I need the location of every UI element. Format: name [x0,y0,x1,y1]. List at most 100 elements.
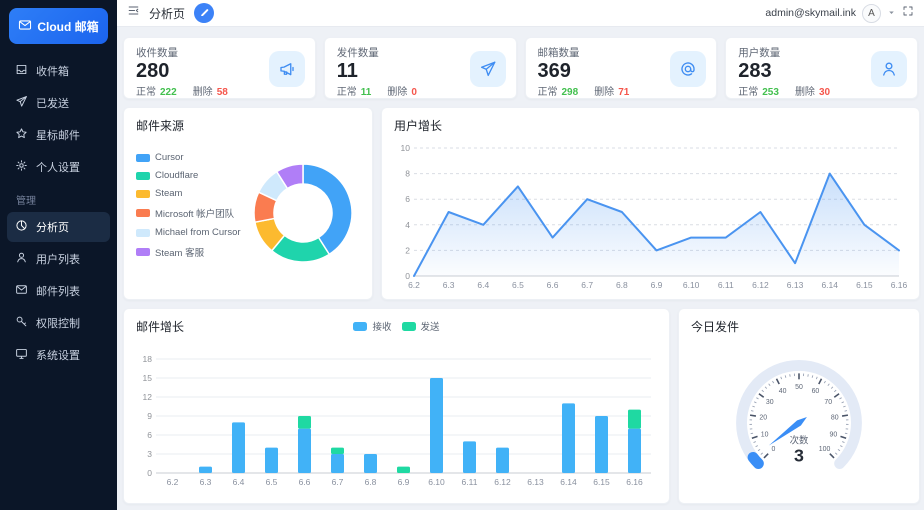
legend-swatch [136,189,150,198]
megaphone-icon [268,51,305,87]
today-sent-title: 今日发件 [691,320,740,334]
stats-row: 收件数量 280 正常 222 删除 58 发件数量 11 正常 11 删除 0 邮箱数量 369 正常 29… [123,37,918,99]
mail-growth-chart: 0 3 6 9 12 15 18 6.2 6.3 6.4 6.5 6.6 6.7 6.8 6.9 6.10 6.… [136,341,657,494]
sidebar-item-monitor[interactable]: 系统设置 [7,340,110,370]
user-email: admin@skymail.ink [765,7,856,19]
legend-item[interactable]: 接收 [353,319,392,333]
fullscreen-icon[interactable] [902,4,914,22]
legend-item[interactable]: Cloudflare [136,170,241,181]
svg-text:6.11: 6.11 [718,280,734,290]
svg-text:10: 10 [761,432,769,439]
stat-normal-label: 正常 [537,87,558,99]
svg-text:4: 4 [405,220,410,230]
legend-label: Microsoft 帐户团队 [155,209,235,220]
svg-text:80: 80 [831,415,839,422]
svg-text:6.7: 6.7 [581,280,593,290]
at-icon [670,51,707,87]
svg-text:30: 30 [766,399,774,406]
sidebar-item-key[interactable]: 权限控制 [7,308,110,338]
legend-swatch [136,209,150,217]
sidebar-item-label: 权限控制 [36,318,80,330]
svg-text:6.5: 6.5 [512,280,524,290]
stat-deleted-value: 30 [818,87,831,99]
stat-normal-value: 222 [160,87,177,99]
sidebar-item-user[interactable]: 用户列表 [7,244,110,274]
svg-text:6: 6 [405,194,410,204]
svg-text:6.4: 6.4 [233,477,245,487]
app-logo[interactable]: Cloud 邮箱 [9,8,108,44]
legend-item[interactable]: 发送 [401,319,440,333]
sidebar-item-label: 邮件列表 [36,286,80,298]
topbar: 分析页 admin@skymail.ink A [117,0,924,27]
sidebar-item-label: 用户列表 [36,254,80,266]
sidebar-item-label: 已发送 [36,98,69,110]
sidebar-item-mail[interactable]: 邮件列表 [7,276,110,306]
sidebar-item-star[interactable]: 星标邮件 [7,120,110,150]
svg-text:6.5: 6.5 [266,477,278,487]
svg-text:6.10: 6.10 [428,477,445,487]
legend-item[interactable]: Steam 客服 [136,245,241,259]
svg-text:6.12: 6.12 [752,280,769,290]
donut-chart [244,154,362,277]
sidebar-item-label: 个人设置 [36,162,80,174]
legend-swatch [136,228,150,237]
legend-label: Cursor [155,152,184,163]
legend-label: 接收 [372,322,392,333]
star-icon [15,127,28,143]
svg-text:6.13: 6.13 [527,477,544,487]
legend-item[interactable]: Microsoft 帐户团队 [136,206,241,220]
svg-text:6.12: 6.12 [494,477,511,487]
legend-label: Steam 客服 [155,248,205,259]
sidebar-item-label: 分析页 [36,222,69,234]
stat-normal-label: 正常 [738,87,759,99]
sidebar-nav: 收件箱 已发送 星标邮件 个人设置 管理 分析页 用户列表 邮件列表 权限控制 系统设置 [0,52,117,376]
svg-text:6.15: 6.15 [856,280,873,290]
gear-icon [15,159,28,175]
sidebar-item-label: 收件箱 [36,66,69,78]
legend-item[interactable]: Cursor [136,152,241,163]
topbar-right: admin@skymail.ink A [765,3,914,23]
stat-normal-value: 253 [762,87,779,99]
caret-glyph [887,4,896,22]
svg-text:40: 40 [779,388,787,395]
svg-text:90: 90 [830,432,838,439]
sidebar-item-inbox[interactable]: 收件箱 [7,56,110,86]
svg-text:20: 20 [759,415,767,422]
stat-card: 用户数量 283 正常 253 删除 30 [725,37,918,99]
envelope-icon [18,18,32,35]
gauge-chart: 0 10 20 30 40 50 60 70 80 90 100 次数 3 [691,339,907,485]
svg-text:0: 0 [147,468,152,478]
legend-item[interactable]: Steam [136,188,241,199]
user-growth-title: 用户增长 [394,119,443,133]
svg-text:6.4: 6.4 [477,280,489,290]
legend-item[interactable]: Michael from Cursor [136,227,241,238]
legend-swatch [136,248,150,256]
sidebar-item-send[interactable]: 已发送 [7,88,110,118]
svg-text:6.6: 6.6 [299,477,311,487]
legend-swatch [401,321,416,331]
svg-text:8: 8 [405,169,410,179]
svg-text:6.8: 6.8 [616,280,628,290]
caret-down-icon[interactable] [887,4,896,22]
app-name: Cloud 邮箱 [37,19,99,34]
legend-label: Michael from Cursor [155,227,241,238]
stat-card: 邮箱数量 369 正常 298 删除 71 [524,37,718,99]
legend-label: 发送 [420,322,440,333]
svg-text:6.7: 6.7 [332,477,344,487]
pie-legend: Cursor Cloudflare Steam Microsoft 帐户团队 Micha… [136,152,241,259]
avatar[interactable]: A [862,3,881,23]
stat-card: 发件数量 11 正常 11 删除 0 [323,37,517,99]
collapse-sidebar-icon[interactable] [127,4,140,22]
svg-text:50: 50 [795,384,803,391]
svg-text:6.16: 6.16 [891,280,907,290]
sidebar-item-gear[interactable]: 个人设置 [7,152,110,182]
stat-deleted-label: 删除 [387,87,408,99]
svg-text:100: 100 [819,446,831,453]
svg-text:6.15: 6.15 [593,477,610,487]
legend-swatch [353,321,368,331]
sidebar-item-pie-chart[interactable]: 分析页 [7,212,110,242]
svg-text:次数: 次数 [790,435,809,446]
edit-page-button[interactable] [194,3,215,23]
stat-deleted-value: 0 [411,87,417,99]
stat-deleted-label: 删除 [794,87,815,99]
